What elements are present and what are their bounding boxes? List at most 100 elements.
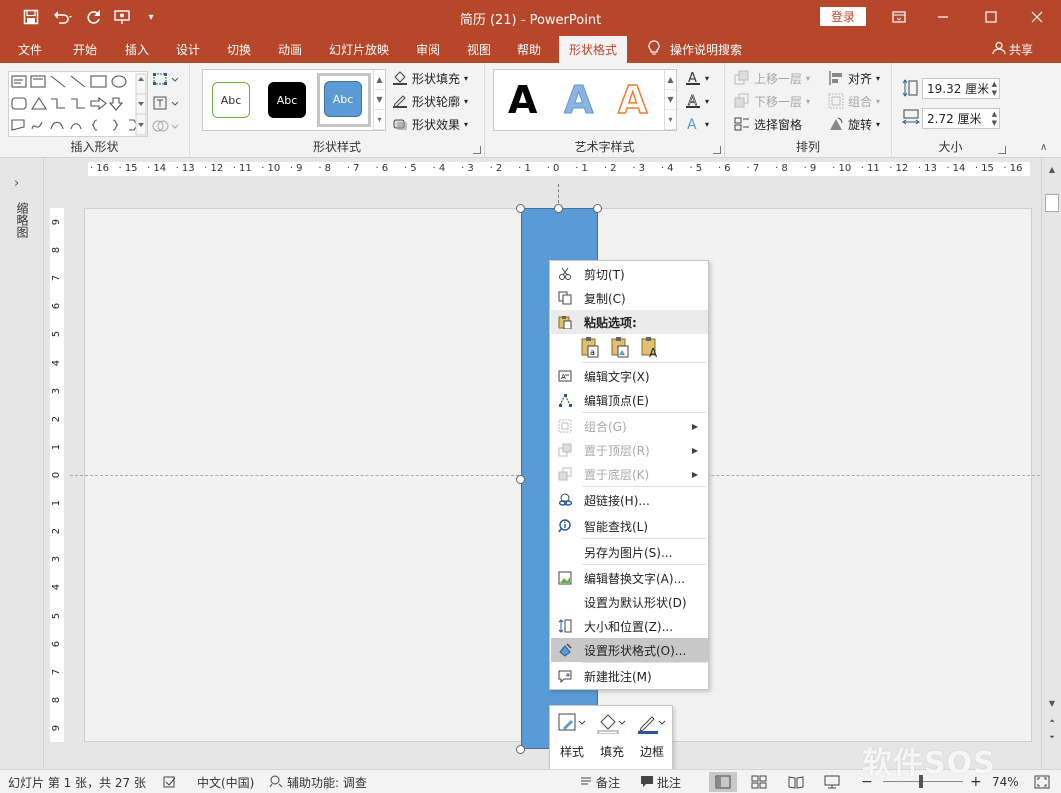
menu-item-cut[interactable]: 剪切(T) — [551, 262, 708, 286]
style-sample-outline[interactable]: Abc — [212, 82, 250, 118]
wordart-sample-black[interactable]: A — [508, 78, 537, 122]
tab-slideshow[interactable]: 幻灯片放映 — [329, 36, 389, 63]
scroll-thumb[interactable] — [1045, 194, 1059, 212]
tab-shape-format[interactable]: 形状格式 — [559, 36, 628, 63]
maximize-icon[interactable] — [976, 4, 1006, 30]
resize-handle-left[interactable] — [516, 475, 525, 484]
align-button[interactable]: 对齐 ▾ — [828, 68, 880, 88]
fit-to-window-icon[interactable] — [1034, 770, 1050, 793]
rotate-button[interactable]: 旋转 ▾ — [828, 114, 880, 134]
text-effects-button[interactable]: A ▾ — [685, 114, 709, 134]
text-outline-button[interactable]: A ▾ — [685, 91, 709, 111]
shape-outline-button[interactable]: 形状轮廓 ▾ — [392, 91, 468, 111]
login-button[interactable]: 登录 — [820, 7, 866, 26]
menu-item-new-comment[interactable]: 新建批注(M) — [551, 664, 708, 688]
slide-counter[interactable]: 幻灯片 第 1 张，共 27 张 — [8, 770, 146, 793]
wordart-launcher[interactable] — [713, 146, 721, 154]
selection-pane-button[interactable]: 选择窗格 — [734, 114, 802, 134]
paste-keep-source-icon[interactable]: a — [580, 335, 602, 359]
group-button[interactable]: 组合 ▾ — [828, 91, 880, 111]
menu-item-copy[interactable]: 复制(C) — [551, 286, 708, 310]
spell-check-icon[interactable] — [163, 770, 177, 793]
menu-item-bring-to-front[interactable]: 置于顶层(R) ▶ — [551, 438, 708, 462]
minimize-icon[interactable] — [928, 4, 958, 30]
tab-animations[interactable]: 动画 — [278, 36, 302, 63]
menu-item-set-default-shape[interactable]: 设置为默认形状(D) — [551, 590, 708, 614]
normal-view-icon[interactable] — [709, 772, 737, 792]
menu-item-edit-points[interactable]: 编辑顶点(E) — [551, 388, 708, 412]
edit-shape-icon[interactable] — [152, 71, 180, 90]
ruler-tick-label: 11 — [239, 163, 252, 174]
resize-handle-bottom-left[interactable] — [516, 745, 525, 754]
previous-slide-icon[interactable]: ⏶ — [1045, 714, 1059, 728]
menu-item-save-as-picture[interactable]: 另存为图片(S)... — [551, 540, 708, 564]
shape-styles-launcher[interactable] — [473, 146, 481, 154]
collapse-ribbon-icon[interactable]: ∧ — [1040, 142, 1047, 153]
wordart-sample-blue[interactable]: A — [563, 78, 593, 123]
tab-review[interactable]: 审阅 — [416, 36, 440, 63]
close-icon[interactable] — [1022, 4, 1052, 30]
notes-button[interactable]: 备注 — [579, 770, 620, 793]
slide-sorter-icon[interactable] — [745, 772, 773, 792]
mini-style-button[interactable]: 样式 — [554, 710, 590, 766]
menu-header-paste-options: 粘贴选项: — [551, 310, 708, 334]
tab-transitions[interactable]: 切换 — [227, 36, 251, 63]
text-box-icon[interactable] — [152, 95, 180, 114]
tab-design[interactable]: 设计 — [176, 36, 200, 63]
reading-view-icon[interactable] — [782, 772, 810, 792]
slideshow-view-icon[interactable] — [818, 772, 846, 792]
paste-text-only-icon[interactable]: A — [640, 335, 662, 359]
size-launcher[interactable] — [998, 146, 1006, 154]
send-backward-button[interactable]: 下移一层 ▾ — [734, 91, 810, 111]
shape-fill-button[interactable]: 形状填充 ▾ — [392, 68, 468, 88]
style-sample-blue[interactable]: Abc — [324, 81, 362, 117]
bring-forward-button[interactable]: 上移一层 ▾ — [734, 68, 810, 88]
shape-width-input[interactable]: 2.72 厘米 ▲ ▼ — [922, 108, 1000, 129]
zoom-level[interactable]: 74% — [992, 770, 1019, 793]
tab-home[interactable]: 开始 — [73, 36, 97, 63]
comments-button[interactable]: 批注 — [640, 770, 681, 793]
menu-item-format-shape[interactable]: 设置形状格式(O)... — [551, 638, 708, 662]
thumbnail-label[interactable]: 缩略图 — [14, 202, 31, 238]
style-sample-black[interactable]: Abc — [268, 82, 306, 118]
menu-item-smart-lookup[interactable]: 智能查找(L) — [551, 514, 708, 538]
scroll-down-icon[interactable]: ▼ — [1045, 696, 1059, 710]
language-indicator[interactable]: 中文(中国) — [197, 770, 254, 793]
menu-item-hyperlink[interactable]: 超链接(H)... — [551, 488, 708, 512]
wordart-gallery-scroll[interactable]: ▲ ▼ ▾ — [664, 70, 676, 130]
selection-pane-icon — [734, 116, 750, 132]
tell-me-search[interactable]: 操作说明搜索 — [648, 36, 742, 63]
shape-effects-button[interactable]: 形状效果 ▾ — [392, 114, 468, 134]
menu-item-send-to-back[interactable]: 置于底层(K) ▶ — [551, 462, 708, 486]
menu-item-group[interactable]: 组合(G) ▶ — [551, 414, 708, 438]
shapes-icon[interactable] — [9, 72, 147, 136]
ruler-tick-label: 1 — [581, 163, 588, 174]
ribbon-display-icon[interactable] — [884, 4, 914, 30]
mini-fill-button[interactable]: 填充 — [594, 710, 630, 766]
tab-insert[interactable]: 插入 — [125, 36, 149, 63]
paste-picture-icon[interactable] — [610, 335, 632, 359]
wordart-gallery[interactable]: A A A ▲ ▼ ▾ — [493, 69, 677, 131]
tab-file[interactable]: 文件 — [18, 36, 42, 63]
resize-handle-top[interactable] — [554, 204, 563, 213]
styles-gallery-scroll[interactable]: ▲ ▼ ▾ — [373, 70, 385, 130]
expand-thumbnails-icon[interactable]: › — [14, 176, 19, 191]
tab-help[interactable]: 帮助 — [517, 36, 541, 63]
menu-item-edit-alt-text[interactable]: 编辑替换文字(A)... — [551, 566, 708, 590]
shape-height-input[interactable]: 19.32 厘米 ▲ ▼ — [922, 78, 1000, 99]
wordart-sample-orange[interactable]: A — [617, 77, 648, 123]
share-button[interactable]: 共享 — [992, 36, 1033, 63]
accessibility-checker[interactable]: 辅助功能: 调查 — [268, 770, 367, 793]
menu-item-edit-text[interactable]: A 编辑文字(X) — [551, 364, 708, 388]
shape-styles-gallery[interactable]: Abc Abc Abc ▲ ▼ ▾ — [202, 69, 386, 131]
resize-handle-top-left[interactable] — [516, 204, 525, 213]
text-fill-button[interactable]: A ▾ — [685, 68, 709, 88]
mini-border-button[interactable]: 边框 — [634, 710, 670, 766]
resize-handle-top-right[interactable] — [593, 204, 602, 213]
menu-item-size-position[interactable]: 大小和位置(Z)... — [551, 614, 708, 638]
tab-view[interactable]: 视图 — [467, 36, 491, 63]
shapes-gallery[interactable] — [8, 71, 148, 137]
scroll-up-icon[interactable]: ▲ — [1045, 162, 1059, 176]
vertical-scrollbar[interactable]: ▲ ▼ ⏶ ⏷ — [1041, 158, 1061, 769]
next-slide-icon[interactable]: ⏷ — [1045, 730, 1059, 744]
